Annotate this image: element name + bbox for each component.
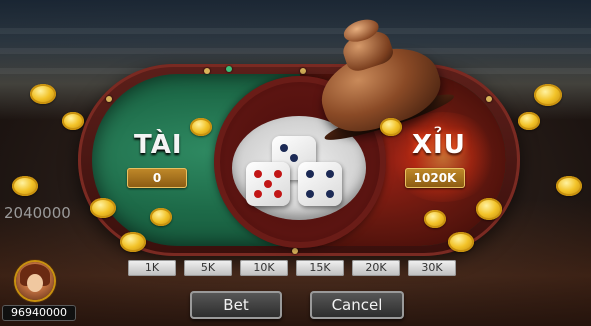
gold-coin-icon — [190, 118, 212, 136]
chip-20k[interactable]: 20K — [352, 260, 400, 276]
chip-5k[interactable]: 5K — [184, 260, 232, 276]
player-balance: 96940000 — [2, 305, 76, 321]
gold-coin-icon — [476, 198, 502, 220]
gold-coin-icon — [380, 118, 402, 136]
gold-coin-icon — [90, 198, 116, 218]
gold-coin-icon — [150, 208, 172, 226]
gold-coin-icon — [120, 232, 146, 252]
chip-10k[interactable]: 10K — [240, 260, 288, 276]
gold-coin-icon — [448, 232, 474, 252]
rim-light — [486, 96, 492, 102]
rim-light — [226, 66, 232, 72]
gold-coin-icon — [12, 176, 38, 196]
chip-30k[interactable]: 30K — [408, 260, 456, 276]
die-3 — [298, 162, 342, 206]
gold-coin-icon — [518, 112, 540, 130]
tai-title[interactable]: TÀI — [134, 130, 183, 160]
gold-coin-icon — [62, 112, 84, 130]
chip-1k[interactable]: 1K — [128, 260, 176, 276]
chip-15k[interactable]: 15K — [296, 260, 344, 276]
tai-bet-amount[interactable]: 0 — [127, 168, 187, 188]
side-total: 2040000 — [4, 204, 71, 222]
xiu-title[interactable]: XỈU — [412, 130, 466, 160]
rim-light — [204, 68, 210, 74]
avatar[interactable] — [16, 262, 54, 300]
gold-coin-icon — [30, 84, 56, 104]
rim-light — [292, 248, 298, 254]
die-2 — [246, 162, 290, 206]
xiu-bet-amount[interactable]: 1020K — [405, 168, 465, 188]
gold-coin-icon — [424, 210, 446, 228]
stand-row — [0, 28, 591, 34]
cancel-button[interactable]: Cancel — [310, 291, 404, 319]
gold-coin-icon — [556, 176, 582, 196]
gold-coin-icon — [534, 84, 562, 106]
bet-button[interactable]: Bet — [190, 291, 282, 319]
rim-light — [106, 96, 112, 102]
